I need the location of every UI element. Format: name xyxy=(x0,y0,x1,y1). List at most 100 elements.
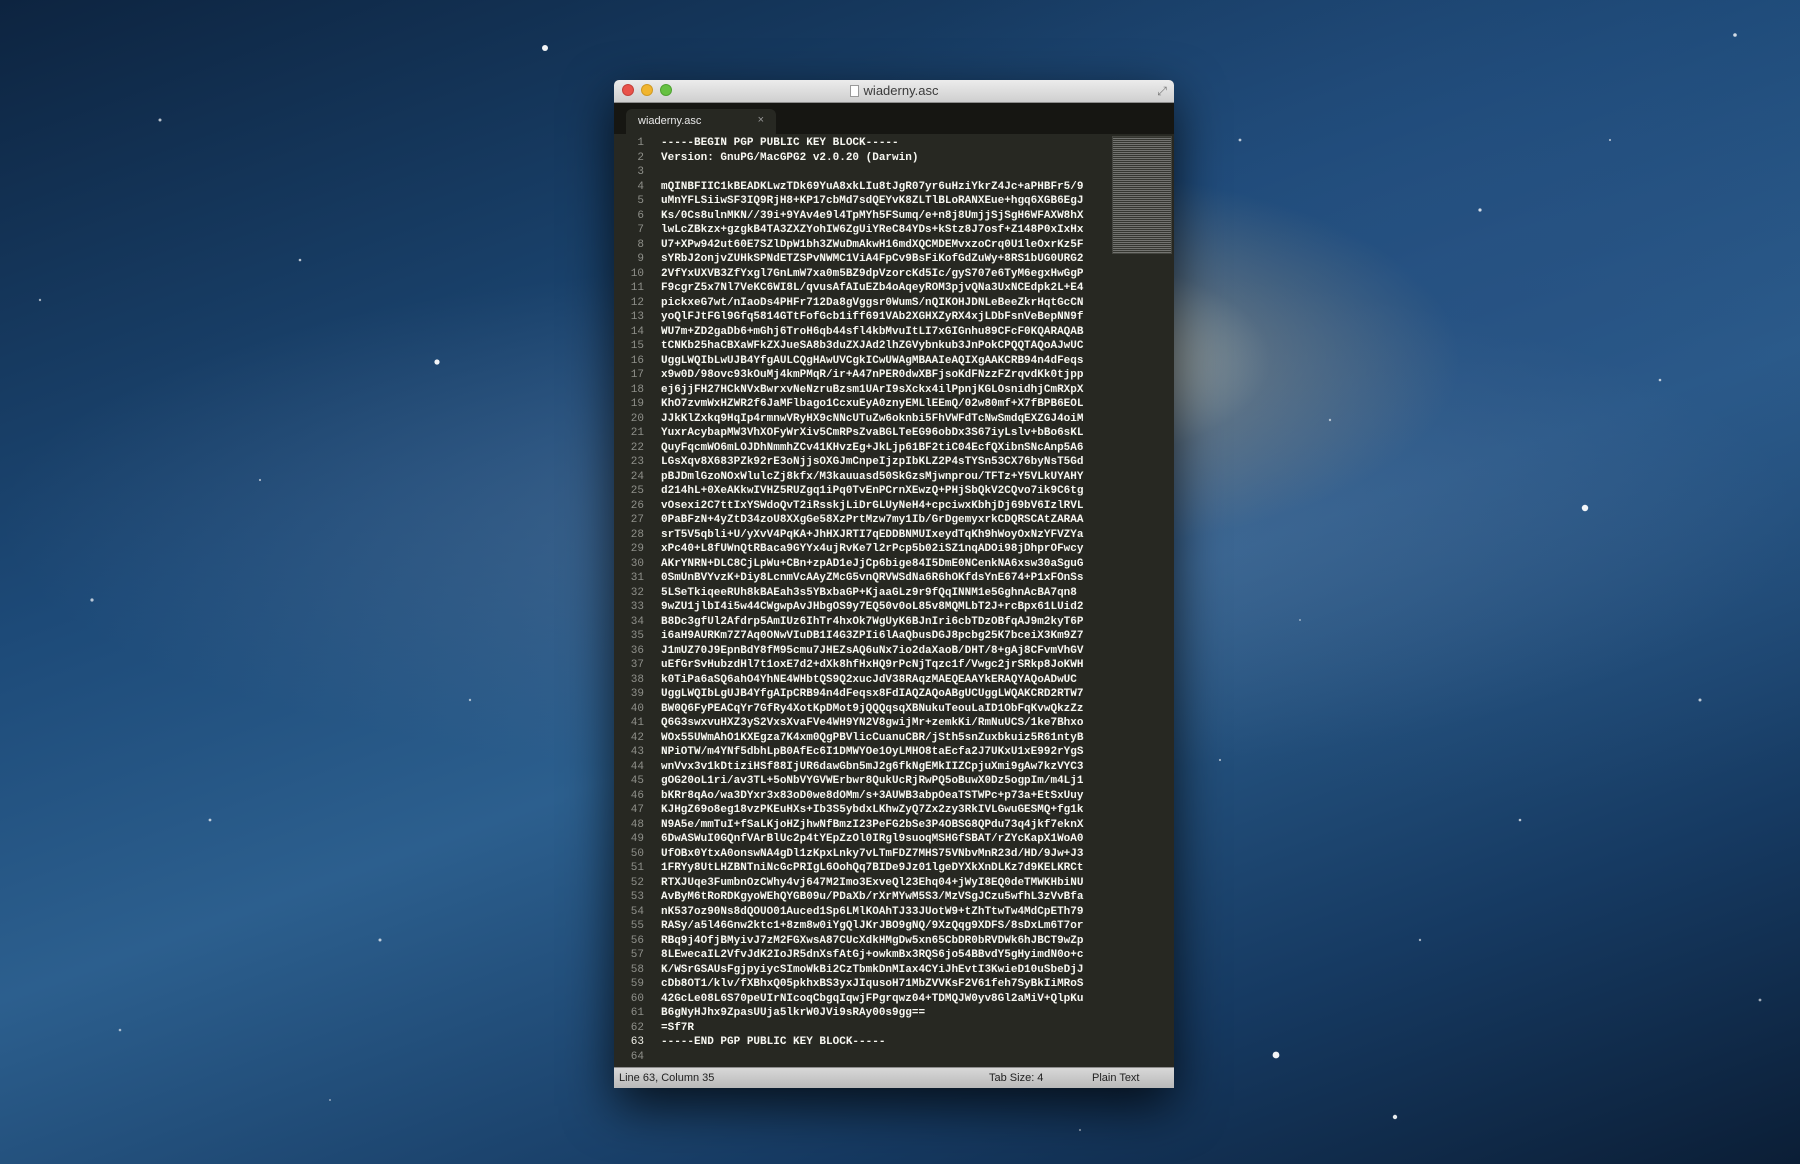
code-line[interactable]: RBq9j4OfjBMyivJ7zM2FGXwsA87CUcXdkHMgDw5x… xyxy=(661,934,1083,949)
code-line[interactable]: pBJDmlGzoNOxWlulcZj8kfx/M3kauuasd50SkGzs… xyxy=(661,470,1083,485)
code-line[interactable]: cDb8OT1/klv/fXBhxQ05pkhxBS3yxJIqusoH71Mb… xyxy=(661,977,1083,992)
tab-wiaderny-asc[interactable]: wiaderny.asc × xyxy=(626,109,776,134)
code-line[interactable]: 42GcLe08L6S70peUIrNIcoqCbgqIqwjFPgrqwz04… xyxy=(661,992,1083,1007)
line-number: 42 xyxy=(630,731,644,744)
code-line[interactable]: uEfGrSvHubzdHl7t1oxE7d2+dXk8hfHxHQ9rPcNj… xyxy=(661,658,1083,673)
code-line[interactable]: F9cgrZ5x7Nl7VeKC6WI8L/qvusAfAIuEZb4oAqey… xyxy=(661,281,1083,296)
code-line[interactable]: Ks/0Cs8ulnMKN//39i+9YAv4e9l4TpMYh5FSumq/… xyxy=(661,209,1083,224)
line-number: 56 xyxy=(630,934,644,947)
code-line[interactable]: 8LEwecaIL2VfvJdK2IoJR5dnXsfAtGj+owkmBx3R… xyxy=(661,948,1083,963)
title-bar[interactable]: wiaderny.asc ⤢ xyxy=(614,80,1174,103)
code-line[interactable]: -----END PGP PUBLIC KEY BLOCK----- xyxy=(661,1035,1083,1050)
code-line[interactable]: J1mUZ70J9EpnBdY8fM95cmu7JHEZsAQ6uNx7io2d… xyxy=(661,644,1083,659)
status-bar: Line 63, Column 35 Tab Size: 4 Plain Tex… xyxy=(614,1067,1174,1088)
code-line[interactable]: WU7m+ZD2gaDb6+mGhj6TroH6qb44sfl4kbMvuItL… xyxy=(661,325,1083,340)
code-line[interactable]: 9wZU1jlbI4i5w44CWgwpAvJHbgOS9y7EQ50v0oL8… xyxy=(661,600,1083,615)
code-line[interactable]: 5LSeTkiqeeRUh8kBAEah3s5YBxbaGP+KjaaGLz9r… xyxy=(661,586,1083,601)
code-line[interactable]: bKRr8qAo/wa3DYxr3x83oD0we8dOMm/s+3AUWB3a… xyxy=(661,789,1083,804)
code-text[interactable]: -----BEGIN PGP PUBLIC KEY BLOCK----- Vers… xyxy=(661,134,1083,1064)
fullscreen-icon[interactable]: ⤢ xyxy=(1155,84,1169,98)
code-line[interactable]: yoQlFJtFGl9Gfq5814GTtFofGcb1iff691VAb2XG… xyxy=(661,310,1083,325)
code-line[interactable] xyxy=(661,1050,1083,1065)
line-number: 37 xyxy=(630,659,644,671)
code-line[interactable]: srT5V5qbli+U/yXvV4PqKA+JhHXJRTI7qEDDBNMU… xyxy=(661,528,1083,543)
code-line[interactable]: B6gNyHJhx9ZpasUUja5lkrW0JVi9sRAy00s9gg== xyxy=(661,1006,1083,1021)
code-line[interactable]: x9w0D/98ovc93kOuMj4kmPMqR/ir+A47nPER0dwX… xyxy=(661,368,1083,383)
code-line[interactable]: K/WSrGSAUsFgjpyiycSImoWkBi2CzTbmkDnMIax4… xyxy=(661,963,1083,978)
code-line[interactable]: Version: GnuPG/MacGPG2 v2.0.20 (Darwin) xyxy=(661,151,1083,166)
line-number: 16 xyxy=(630,354,644,367)
code-line[interactable]: KJHgZ69o8eg18vzPKEuHXs+Ib3S5ybdxLKhwZyQ7… xyxy=(661,803,1083,818)
code-line[interactable]: UggLWQIbLgUJB4YfgAIpCRB94n4dFeqsx8FdIAQZ… xyxy=(661,687,1083,702)
editor-area[interactable]: 1 2 3 4 5 6 7 8 9 10 11 12 13 14 15 16 17 18 19 20 21 22 23 24 2… xyxy=(614,134,1174,1067)
code-line[interactable]: wnVvx3v1kDtiziHSf88IjUR6dawGbn5mJ2g6fkNg… xyxy=(661,760,1083,775)
code-line[interactable]: QuyFqcmWO6mLOJDhNmmhZCv41KHvzEg+JkLjp61B… xyxy=(661,441,1083,456)
code-line[interactable]: lwLcZBkzx+gzgkB4TA3ZXZYohIW6ZgUiYReC84YD… xyxy=(661,223,1083,238)
code-line[interactable]: xPc40+L8fUWnQtRBaca9GYYx4ujRvKe7l2rPcp5b… xyxy=(661,542,1083,557)
close-icon[interactable]: × xyxy=(758,114,764,126)
tab-size-selector[interactable]: Tab Size: 4 xyxy=(989,1068,1043,1088)
code-line[interactable]: tCNKb25haCBXaWFkZXJueSA8b3duZXJAd2lhZGVy… xyxy=(661,339,1083,354)
line-number: 19 xyxy=(630,398,644,410)
close-icon[interactable] xyxy=(622,84,634,96)
code-line[interactable]: =Sf7R xyxy=(661,1021,1083,1036)
line-number: 12 xyxy=(630,296,644,309)
code-line[interactable]: pickxeG7wt/nIaoDs4PHFr712Da8gVggsr0WumS/… xyxy=(661,296,1083,311)
code-line[interactable]: RTXJUqe3FumbnOzCWhy4vj647M2Imo3ExveQl23E… xyxy=(661,876,1083,891)
code-line[interactable]: LGsXqv8X683PZk92rE3oNjjsOXGJmCnpeIjzpIbK… xyxy=(661,455,1083,470)
minimap[interactable] xyxy=(1112,136,1172,254)
line-number: 17 xyxy=(630,369,644,381)
code-line[interactable]: vOsexi2C7ttIxYSWdoQvT2iRsskjLiDrGLUyNeH4… xyxy=(661,499,1083,514)
line-number: 22 xyxy=(630,441,644,454)
code-line[interactable]: mQINBFIIC1kBEADKLwzTDk69YuA8xkLIu8tJgR07… xyxy=(661,180,1083,195)
line-number: 10 xyxy=(630,267,644,280)
code-line[interactable]: -----BEGIN PGP PUBLIC KEY BLOCK----- xyxy=(661,136,1083,151)
minimize-icon[interactable] xyxy=(641,84,653,96)
line-number: 33 xyxy=(630,601,644,613)
zoom-icon[interactable] xyxy=(660,84,672,96)
code-line[interactable]: k0TiPa6aSQ6ahO4YhNE4WHbtQS9Q2xucJdV38RAq… xyxy=(661,673,1083,688)
code-line[interactable]: AvByM6tRoRDKgyoWEhQYGB09u/PDaXb/rXrMYwM5… xyxy=(661,890,1083,905)
code-line[interactable]: 6DwASWuI0GQnfVArBlUc2p4tYEpZzOl0IRgl9suo… xyxy=(661,832,1083,847)
code-line[interactable]: UfOBx0YtxA0onswNA4gDl1zKpxLnky7vLTmFDZ7M… xyxy=(661,847,1083,862)
code-line[interactable]: JJkKlZxkq9HqIp4rmnwVRyHX9cNNcUTuZw6oknbi… xyxy=(661,412,1083,427)
line-number: 55 xyxy=(630,920,644,932)
code-line[interactable]: KhO7zvmWxHZWR2f6JaMFlbago1CcxuEyA0znyEML… xyxy=(661,397,1083,412)
line-number: 24 xyxy=(630,470,644,483)
code-line[interactable]: gOG20oL1ri/av3TL+5oNbVYGVWErbwr8QukUcRjR… xyxy=(661,774,1083,789)
code-line[interactable]: 0PaBFzN+4yZtD34zoU8XXgGe58XzPrtMzw7my1Ib… xyxy=(661,513,1083,528)
code-line[interactable]: i6aH9AURKm7Z7Aq0ONwVIuDB1I4G3ZPIi6lAaQbu… xyxy=(661,629,1083,644)
line-number: 28 xyxy=(630,528,644,541)
code-line[interactable]: AKrYNRN+DLC8CjLpWu+CBn+zpAD1eJjCp6bige84… xyxy=(661,557,1083,572)
code-line[interactable]: WOx55UWmAhO1KXEgza7K4xm0QgPBVlicCuanuCBR… xyxy=(661,731,1083,746)
code-line[interactable]: d214hL+0XeAKkwIVHZ5RUZgq1iPq0TvEnPCrnXEw… xyxy=(661,484,1083,499)
code-line[interactable]: RASy/a5l46Gnw2ktc1+8zm8w0iYgQlJKrJBO9gNQ… xyxy=(661,919,1083,934)
code-line[interactable]: B8Dc3gfUl2Afdrp5AmIUz6IhTr4hxOk7WgUyK6BJ… xyxy=(661,615,1083,630)
code-line[interactable]: N9A5e/mmTuI+fSaLKjoHZjhwNfBmzI23PeFG2bSe… xyxy=(661,818,1083,833)
code-line[interactable]: sYRbJ2onjvZUHkSPNdETZSPvNWMC1ViA4FpCv9Bs… xyxy=(661,252,1083,267)
line-number: 59 xyxy=(630,978,644,990)
line-number: 20 xyxy=(630,412,644,425)
code-line[interactable]: 2VfYxUXVB3ZfYxgl7GnLmW7xa0m5BZ9dpVzorcKd… xyxy=(661,267,1083,282)
line-number: 15 xyxy=(630,340,644,352)
line-number: 35 xyxy=(630,630,644,642)
document-icon xyxy=(849,85,859,97)
code-line[interactable] xyxy=(661,165,1083,180)
code-line[interactable]: BW0Q6FyPEACqYr7GfRy4XotKpDMot9jQQQqsqXBN… xyxy=(661,702,1083,717)
line-number: 46 xyxy=(630,789,644,802)
line-number: 29 xyxy=(630,543,644,555)
tab-bar: wiaderny.asc × xyxy=(614,103,1174,134)
code-line[interactable]: ej6jjFH27HCkNVxBwrxvNeNzruBzsm1UArI9sXck… xyxy=(661,383,1083,398)
line-number: 25 xyxy=(630,485,644,497)
code-line[interactable]: 0SmUnBVYvzK+Diy8LcnmVcAAyZMcG5vnQRVWSdNa… xyxy=(661,571,1083,586)
code-line[interactable]: UggLWQIbLwUJB4YfgAULCQgHAwUVCgkICwUWAgMB… xyxy=(661,354,1083,369)
syntax-selector[interactable]: Plain Text xyxy=(1092,1068,1140,1088)
code-line[interactable]: Q6G3swxvuHXZ3yS2VxsXvaFVe4WH9YN2V8gwijMr… xyxy=(661,716,1083,731)
code-line[interactable]: uMnYFLSiiwSF3IQ9RjH8+KP17cbMd7sdQEYvK8ZL… xyxy=(661,194,1083,209)
code-line[interactable]: 1FRYy8UtLHZBNTniNcGcPRIgL6OohQq7BIDe9Jz0… xyxy=(661,861,1083,876)
code-line[interactable]: U7+XPw942ut60E7SZlDpW1bh3ZWuDmAkwH16mdXQ… xyxy=(661,238,1083,253)
code-line[interactable]: YuxrAcybapMW3VhXOFyWrXiv5CmRPsZvaBGLTeEG… xyxy=(661,426,1083,441)
code-line[interactable]: nK537oz90Ns8dQOUO01Auced1Sp6LMlKOAhTJ33J… xyxy=(661,905,1083,920)
code-line[interactable]: NPiOTW/m4YNf5dbhLpB0AfEc6I1DMWYOe1OyLMHO… xyxy=(661,745,1083,760)
line-number: 60 xyxy=(630,992,644,1005)
